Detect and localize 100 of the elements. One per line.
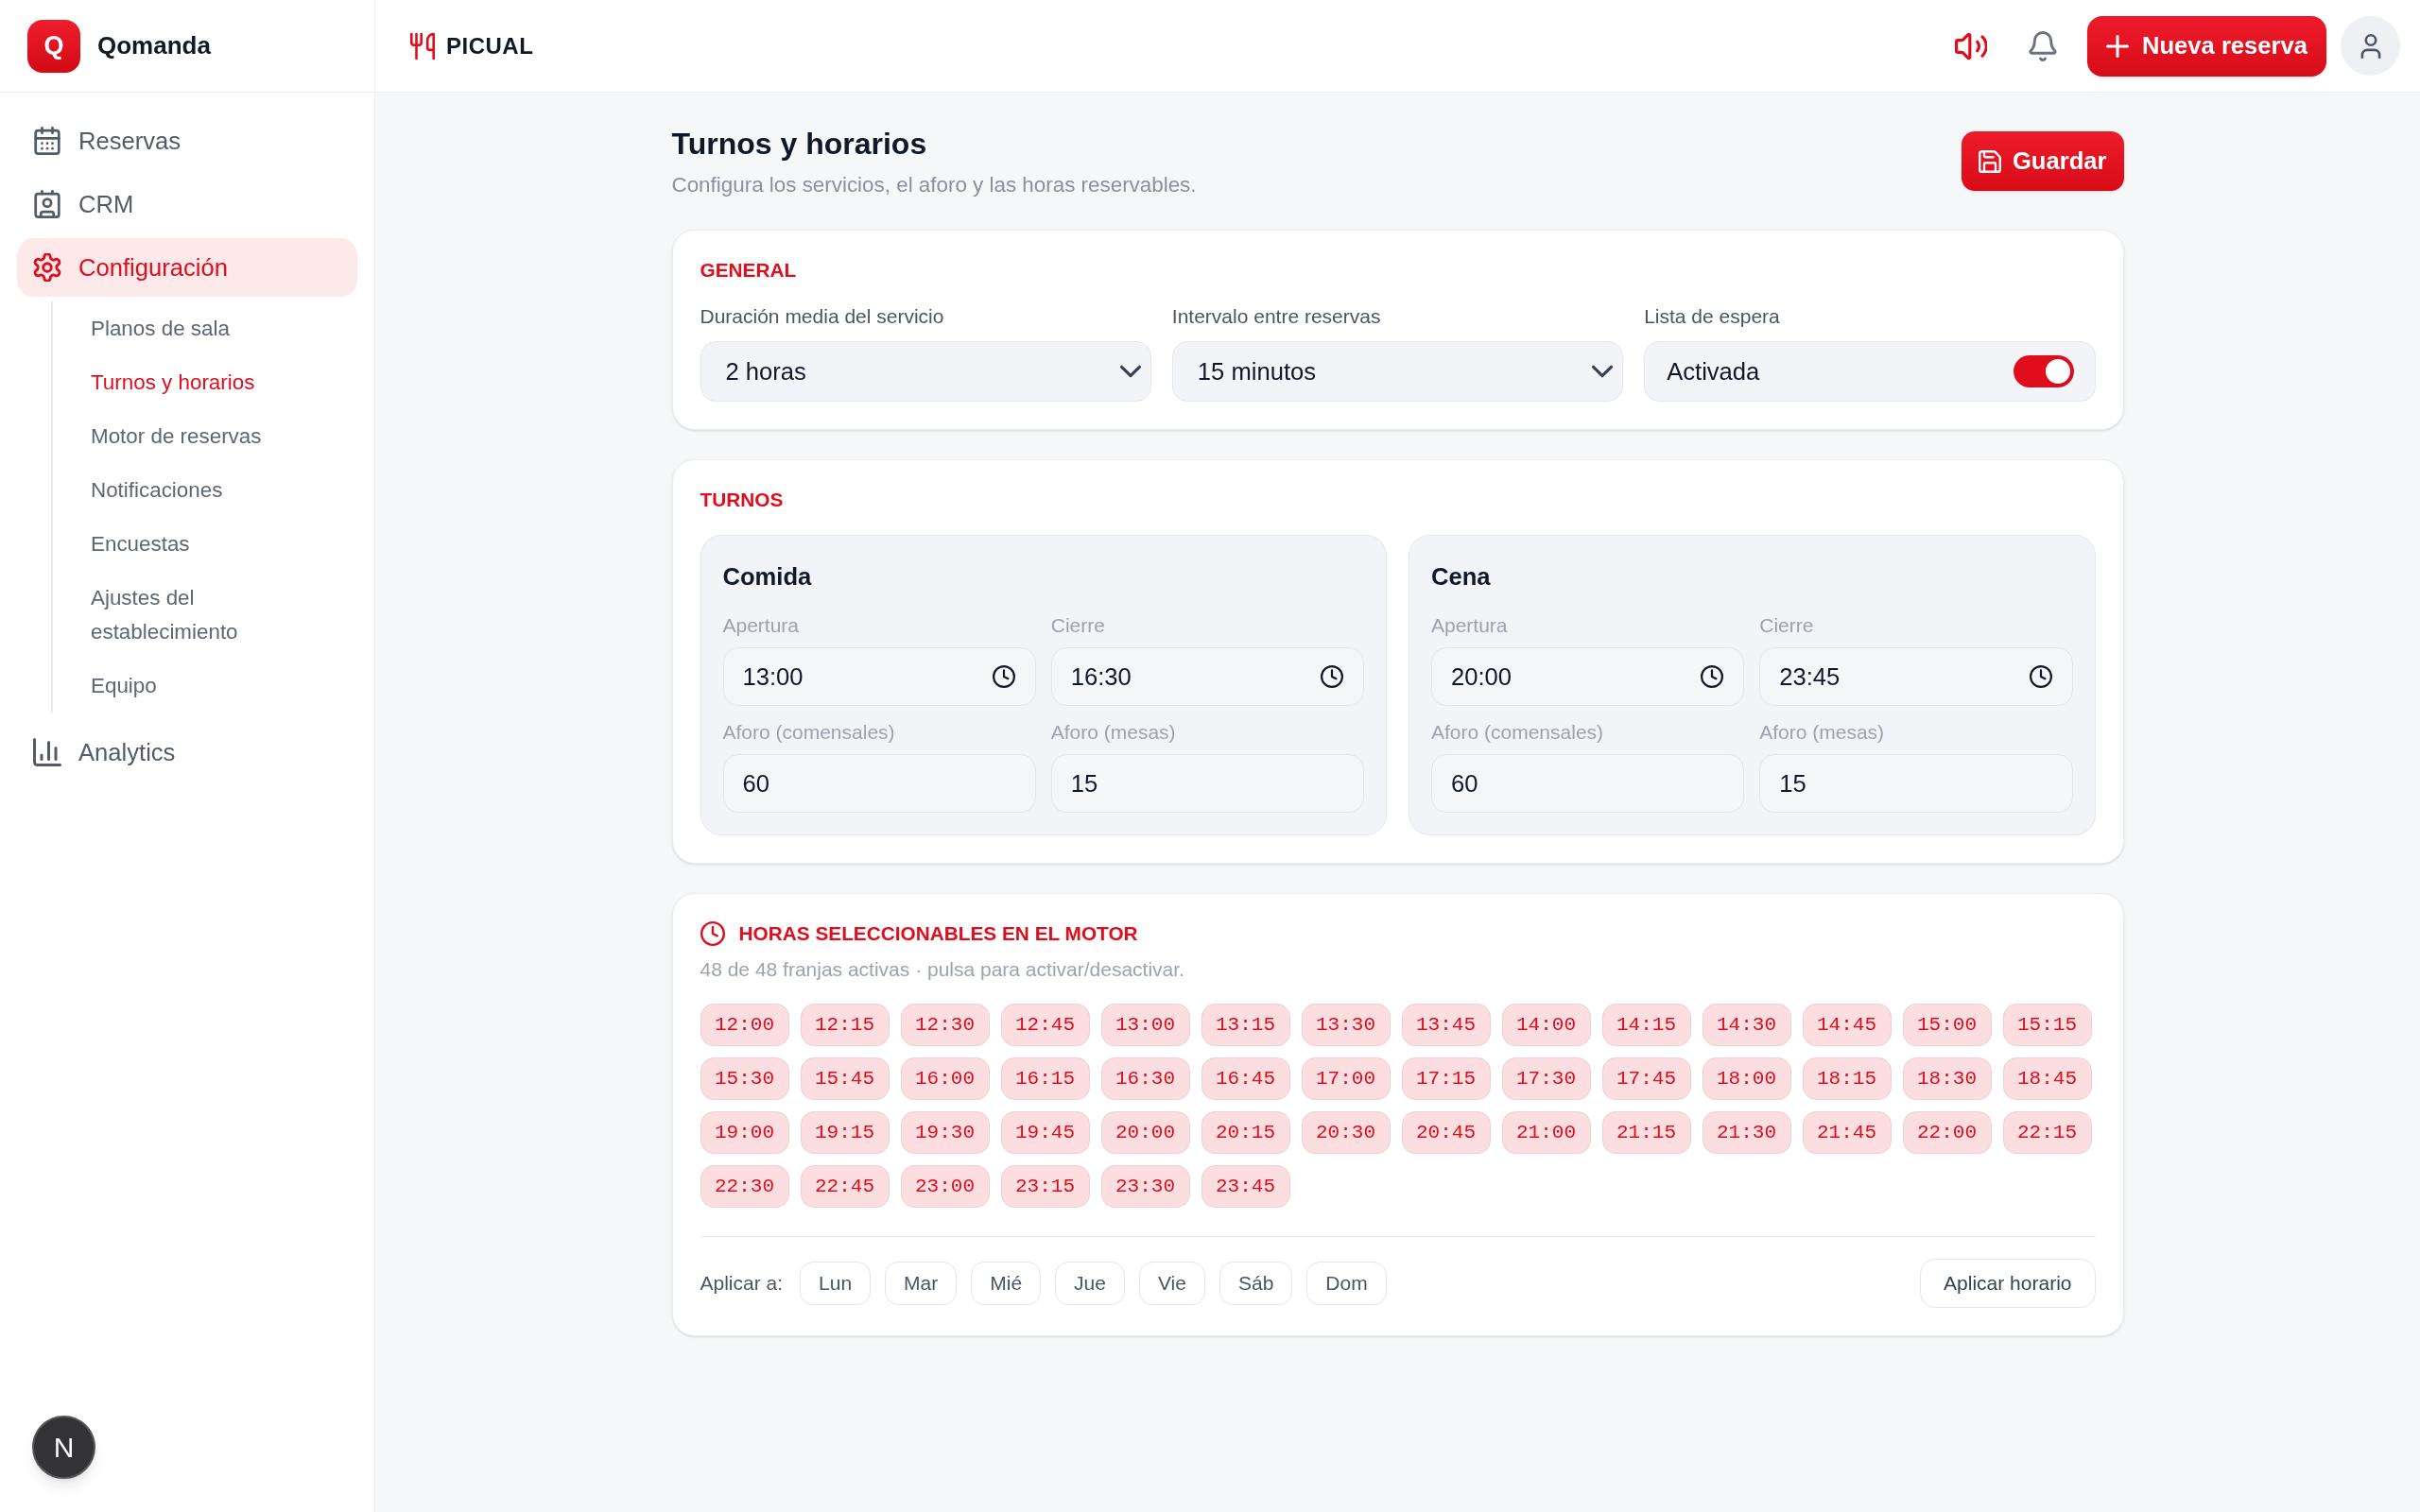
day-toggle[interactable]: Lun bbox=[800, 1262, 872, 1305]
field-label: Apertura bbox=[1431, 613, 1509, 638]
nav-item[interactable]: Analytics bbox=[17, 723, 357, 782]
time-slot[interactable]: 13:15 bbox=[1201, 1004, 1290, 1046]
app-name: Qomanda bbox=[97, 30, 211, 61]
toggle-status-text: Activada bbox=[1667, 356, 1760, 387]
bell-icon[interactable] bbox=[2028, 30, 2057, 61]
time-slot[interactable]: 20:00 bbox=[1100, 1111, 1190, 1154]
number-field[interactable]: 15 bbox=[1050, 754, 1364, 813]
time-slot[interactable]: 22:30 bbox=[700, 1165, 789, 1208]
time-slot[interactable]: 22:00 bbox=[1902, 1111, 1992, 1154]
time-slot[interactable]: 16:00 bbox=[900, 1057, 990, 1100]
time-slot[interactable]: 17:15 bbox=[1401, 1057, 1491, 1100]
fork-knife-icon bbox=[410, 31, 435, 60]
submenu-item[interactable]: Notificaciones bbox=[53, 463, 357, 517]
time-slot[interactable]: 13:00 bbox=[1100, 1004, 1190, 1046]
time-slot[interactable]: 15:15 bbox=[2002, 1004, 2092, 1046]
chevron-down-icon bbox=[1119, 365, 1141, 378]
submenu-item[interactable]: Turnos y horarios bbox=[53, 355, 357, 409]
save-button[interactable]: Guardar bbox=[1961, 131, 2124, 191]
day-toggle[interactable]: Sáb bbox=[1219, 1262, 1293, 1305]
number-field[interactable]: 60 bbox=[722, 754, 1036, 813]
nav-item[interactable]: Reservas bbox=[17, 112, 357, 170]
dropdown[interactable]: 15 minutos bbox=[1171, 341, 1624, 402]
time-slot[interactable]: 23:15 bbox=[1000, 1165, 1090, 1208]
page-subtitle: Configura los servicios, el aforo y las horas reservables. bbox=[671, 172, 1197, 198]
field-label: Aforo (comensales) bbox=[722, 720, 896, 745]
time-slot[interactable]: 14:45 bbox=[1802, 1004, 1892, 1046]
time-slot[interactable]: 18:15 bbox=[1802, 1057, 1892, 1100]
time-slot[interactable]: 14:30 bbox=[1702, 1004, 1791, 1046]
time-slot[interactable]: 21:45 bbox=[1802, 1111, 1892, 1154]
time-slot[interactable]: 19:15 bbox=[800, 1111, 890, 1154]
time-slot[interactable]: 15:30 bbox=[700, 1057, 789, 1100]
day-toggle[interactable]: Mar bbox=[885, 1262, 958, 1305]
time-slot[interactable]: 17:00 bbox=[1301, 1057, 1391, 1100]
number-field[interactable]: 15 bbox=[1759, 754, 2073, 813]
time-slot[interactable]: 15:00 bbox=[1902, 1004, 1992, 1046]
plus-icon bbox=[2105, 34, 2129, 58]
time-slot[interactable]: 19:30 bbox=[900, 1111, 990, 1154]
time-slot[interactable]: 16:45 bbox=[1201, 1057, 1290, 1100]
time-slot[interactable]: 18:00 bbox=[1702, 1057, 1791, 1100]
time-slot[interactable]: 22:45 bbox=[800, 1165, 890, 1208]
time-slot[interactable]: 18:30 bbox=[1902, 1057, 1992, 1100]
field-label: Aforo (mesas) bbox=[1759, 720, 1886, 745]
time-slot[interactable]: 21:00 bbox=[1501, 1111, 1591, 1154]
speaker-icon[interactable] bbox=[1954, 31, 1987, 60]
time-slot[interactable]: 18:45 bbox=[2002, 1057, 2092, 1100]
restaurant-name: PICUAL bbox=[446, 31, 534, 60]
nav-item[interactable]: CRM bbox=[17, 175, 357, 233]
day-toggle[interactable]: Dom bbox=[1306, 1262, 1387, 1305]
time-slot[interactable]: 19:00 bbox=[700, 1111, 789, 1154]
time-slot[interactable]: 15:45 bbox=[800, 1057, 890, 1100]
time-slot[interactable]: 12:00 bbox=[700, 1004, 789, 1046]
nav-item[interactable]: Configuración bbox=[17, 238, 357, 297]
time-slot[interactable]: 23:45 bbox=[1201, 1165, 1290, 1208]
time-field[interactable]: 20:00 bbox=[1431, 647, 1745, 706]
apply-schedule-button[interactable]: Aplicar horario bbox=[1920, 1259, 2096, 1308]
submenu-item[interactable]: Planos de sala bbox=[53, 301, 357, 355]
dev-tools-button[interactable]: N bbox=[32, 1416, 95, 1479]
time-slot[interactable]: 20:45 bbox=[1401, 1111, 1491, 1154]
time-slot[interactable]: 21:15 bbox=[1601, 1111, 1691, 1154]
time-slot[interactable]: 12:45 bbox=[1000, 1004, 1090, 1046]
time-slot[interactable]: 23:30 bbox=[1100, 1165, 1190, 1208]
time-slot[interactable]: 21:30 bbox=[1702, 1111, 1791, 1154]
apply-label: Aplicar a: bbox=[700, 1271, 784, 1297]
field-label: Cierre bbox=[1050, 613, 1106, 638]
time-slot[interactable]: 19:45 bbox=[1000, 1111, 1090, 1154]
time-slot[interactable]: 14:15 bbox=[1601, 1004, 1691, 1046]
toggle-switch[interactable] bbox=[2013, 355, 2074, 387]
field-label: Aforo (mesas) bbox=[1050, 720, 1177, 745]
time-slot[interactable]: 12:30 bbox=[900, 1004, 990, 1046]
new-reservation-button[interactable]: Nueva reserva bbox=[2086, 15, 2326, 77]
time-field[interactable]: 16:30 bbox=[1050, 647, 1364, 706]
submenu-item[interactable]: Ajustes del establecimiento bbox=[53, 571, 357, 659]
time-slot[interactable]: 17:45 bbox=[1601, 1057, 1691, 1100]
time-slot[interactable]: 13:30 bbox=[1301, 1004, 1391, 1046]
field-label: Apertura bbox=[722, 613, 801, 638]
time-slot[interactable]: 20:15 bbox=[1201, 1111, 1290, 1154]
time-field[interactable]: 23:45 bbox=[1759, 647, 2073, 706]
day-toggle[interactable]: Mié bbox=[971, 1262, 1042, 1305]
time-slot[interactable]: 14:00 bbox=[1501, 1004, 1591, 1046]
time-slot[interactable]: 16:15 bbox=[1000, 1057, 1090, 1100]
field-label: Aforo (comensales) bbox=[1431, 720, 1605, 745]
day-toggle[interactable]: Vie bbox=[1138, 1262, 1205, 1305]
number-field[interactable]: 60 bbox=[1431, 754, 1745, 813]
time-slot[interactable]: 13:45 bbox=[1401, 1004, 1491, 1046]
section-heading: HORAS SELECCIONABLES EN EL MOTOR bbox=[738, 921, 1138, 946]
time-slot[interactable]: 20:30 bbox=[1301, 1111, 1391, 1154]
submenu-item[interactable]: Equipo bbox=[53, 659, 357, 713]
time-slot[interactable]: 12:15 bbox=[800, 1004, 890, 1046]
time-slot[interactable]: 22:15 bbox=[2002, 1111, 2092, 1154]
dropdown[interactable]: 2 horas bbox=[700, 341, 1151, 402]
time-field[interactable]: 13:00 bbox=[722, 647, 1036, 706]
day-toggle[interactable]: Jue bbox=[1055, 1262, 1125, 1305]
submenu-item[interactable]: Motor de reservas bbox=[53, 409, 357, 463]
time-slot[interactable]: 17:30 bbox=[1501, 1057, 1591, 1100]
page-title: Turnos y horarios bbox=[671, 126, 928, 163]
time-slot[interactable]: 16:30 bbox=[1100, 1057, 1190, 1100]
submenu-item[interactable]: Encuestas bbox=[53, 517, 357, 571]
time-slot[interactable]: 23:00 bbox=[900, 1165, 990, 1208]
